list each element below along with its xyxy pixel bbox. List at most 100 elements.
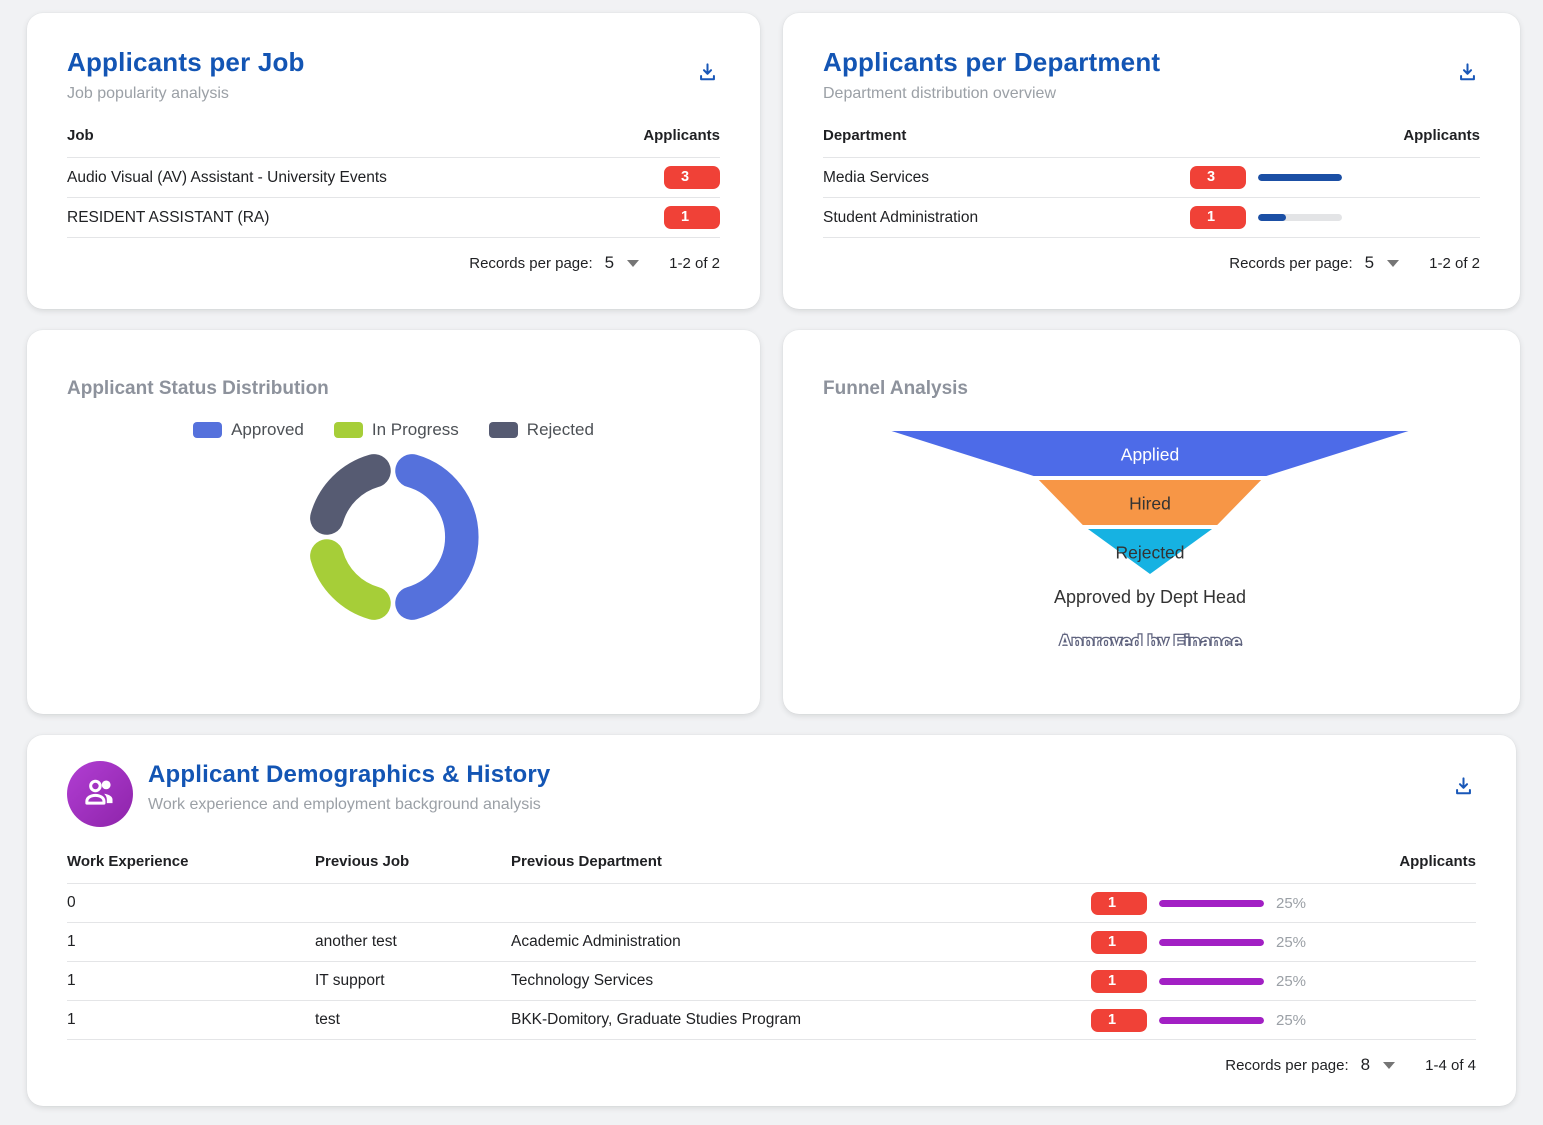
department-name: Student Administration [823, 209, 1190, 227]
column-header-department: Department [823, 127, 1165, 157]
column-header-applicants: Applicants [1091, 853, 1476, 870]
departments-table-header: Department Applicants [823, 127, 1480, 157]
previous-department-value: BKK-Domitory, Graduate Studies Program [511, 1011, 1091, 1029]
previous-job-value: test [315, 1011, 511, 1029]
download-button[interactable] [694, 61, 720, 87]
legend-label: Approved [231, 420, 304, 440]
chart-title: Applicant Status Distribution [67, 378, 329, 400]
previous-job-value: IT support [315, 972, 511, 990]
table-row: Audio Visual (AV) Assistant - University… [67, 157, 720, 197]
previous-department-value: Technology Services [511, 972, 1091, 990]
applicant-count-badge: 1 [1091, 892, 1147, 915]
table-row: 1 another test Academic Administration 1… [67, 922, 1476, 961]
card-subtitle: Work experience and employment backgroun… [148, 796, 1450, 814]
download-icon [1452, 786, 1475, 801]
donut-segment-approved[interactable] [412, 471, 462, 603]
legend-item-rejected[interactable]: Rejected [489, 420, 594, 440]
funnel-label: Rejected [1115, 543, 1184, 563]
column-header-work-experience: Work Experience [67, 853, 315, 870]
table-row: 1 IT support Technology Services 1 25% [67, 961, 1476, 1000]
funnel-label: Hired [1129, 494, 1171, 514]
chart-title: Funnel Analysis [823, 378, 968, 400]
department-name: Media Services [823, 169, 1190, 187]
applicant-count-badge: 3 [1190, 166, 1246, 189]
card-funnel-analysis: Funnel Analysis AppliedHiredRejectedAppr… [783, 330, 1520, 714]
applicants-bar [1258, 214, 1342, 221]
chevron-down-icon [1387, 260, 1399, 267]
legend-swatch [489, 422, 518, 438]
pagination-range: 1-2 of 2 [1429, 255, 1480, 272]
page-title: Applicant Demographics & History [148, 761, 1450, 789]
download-icon [696, 72, 719, 87]
previous-department-value: Academic Administration [511, 933, 1091, 951]
records-per-page-label: Records per page: [469, 255, 592, 272]
avatar [67, 761, 133, 827]
legend-label: Rejected [527, 420, 594, 440]
table-row: 1 test BKK-Domitory, Graduate Studies Pr… [67, 1000, 1476, 1039]
funnel-label-approved-by-dept-head: Approved by Dept Head [1054, 587, 1246, 607]
column-header-applicants: Applicants [1165, 127, 1480, 157]
work-experience-value: 1 [67, 1011, 315, 1029]
donut-legend: Approved In Progress Rejected [27, 420, 760, 440]
applicants-bar [1258, 174, 1342, 181]
applicant-count-badge: 1 [664, 206, 720, 229]
card-subtitle: Job popularity analysis [67, 85, 694, 103]
card-applicants-per-department: Applicants per Department Department dis… [783, 13, 1520, 309]
records-per-page-label: Records per page: [1225, 1057, 1348, 1074]
previous-job-value: another test [315, 933, 511, 951]
applicants-bar [1159, 1017, 1264, 1024]
legend-swatch [334, 422, 363, 438]
chevron-down-icon [1383, 1062, 1395, 1069]
legend-swatch [193, 422, 222, 438]
legend-item-in-progress[interactable]: In Progress [334, 420, 459, 440]
jobs-table-header: Job Applicants [67, 127, 720, 157]
dashboard: Applicants per Job Job popularity analys… [0, 0, 1543, 1125]
percentage-label: 25% [1276, 895, 1324, 912]
card-applicants-per-job: Applicants per Job Job popularity analys… [27, 13, 760, 309]
table-row: RESIDENT ASSISTANT (RA) 1 [67, 197, 720, 237]
card-status-distribution: Applicant Status Distribution Approved In… [27, 330, 760, 714]
table-row: 0 1 25% [67, 883, 1476, 922]
chevron-down-icon [627, 260, 639, 267]
applicant-count-badge: 3 [664, 166, 720, 189]
page-title: Applicants per Job [67, 47, 694, 78]
page-title: Applicants per Department [823, 47, 1454, 78]
work-experience-value: 1 [67, 972, 315, 990]
applicants-bar [1159, 900, 1264, 907]
column-header-previous-job: Previous Job [315, 853, 511, 870]
legend-item-approved[interactable]: Approved [193, 420, 304, 440]
donut-segment-rejected[interactable] [327, 471, 374, 518]
funnel-label-approved-by-finance: Approved by Finance [1058, 632, 1241, 646]
applicant-count-badge: 1 [1091, 931, 1147, 954]
percentage-label: 25% [1276, 1012, 1324, 1029]
job-name: RESIDENT ASSISTANT (RA) [67, 209, 664, 227]
applicant-count-badge: 1 [1091, 970, 1147, 993]
funnel-chart[interactable]: AppliedHiredRejectedApproved by Dept Hea… [870, 431, 1430, 646]
applicants-bar [1159, 939, 1264, 946]
download-button[interactable] [1454, 61, 1480, 87]
percentage-label: 25% [1276, 934, 1324, 951]
pagination-range: 1-2 of 2 [669, 255, 720, 272]
job-name: Audio Visual (AV) Assistant - University… [67, 169, 664, 187]
legend-label: In Progress [372, 420, 459, 440]
column-header-applicants: Applicants [236, 127, 721, 157]
applicants-bar [1159, 978, 1264, 985]
records-per-page-select[interactable]: 5 [593, 253, 639, 273]
column-header-job: Job [67, 127, 236, 157]
percentage-label: 25% [1276, 973, 1324, 990]
people-icon [81, 773, 119, 816]
card-subtitle: Department distribution overview [823, 85, 1454, 103]
donut-segment-in-progress[interactable] [327, 556, 374, 603]
work-experience-value: 0 [67, 894, 315, 912]
records-per-page-select[interactable]: 5 [1353, 253, 1399, 273]
applicant-count-badge: 1 [1190, 206, 1246, 229]
download-button[interactable] [1450, 775, 1476, 801]
status-donut-chart[interactable] [300, 444, 486, 630]
download-icon [1456, 72, 1479, 87]
records-per-page-select[interactable]: 8 [1349, 1055, 1395, 1075]
table-row: Media Services 3 [823, 157, 1480, 197]
records-per-page-label: Records per page: [1229, 255, 1352, 272]
table-row: Student Administration 1 [823, 197, 1480, 237]
applicant-count-badge: 1 [1091, 1009, 1147, 1032]
pagination-range: 1-4 of 4 [1425, 1057, 1476, 1074]
